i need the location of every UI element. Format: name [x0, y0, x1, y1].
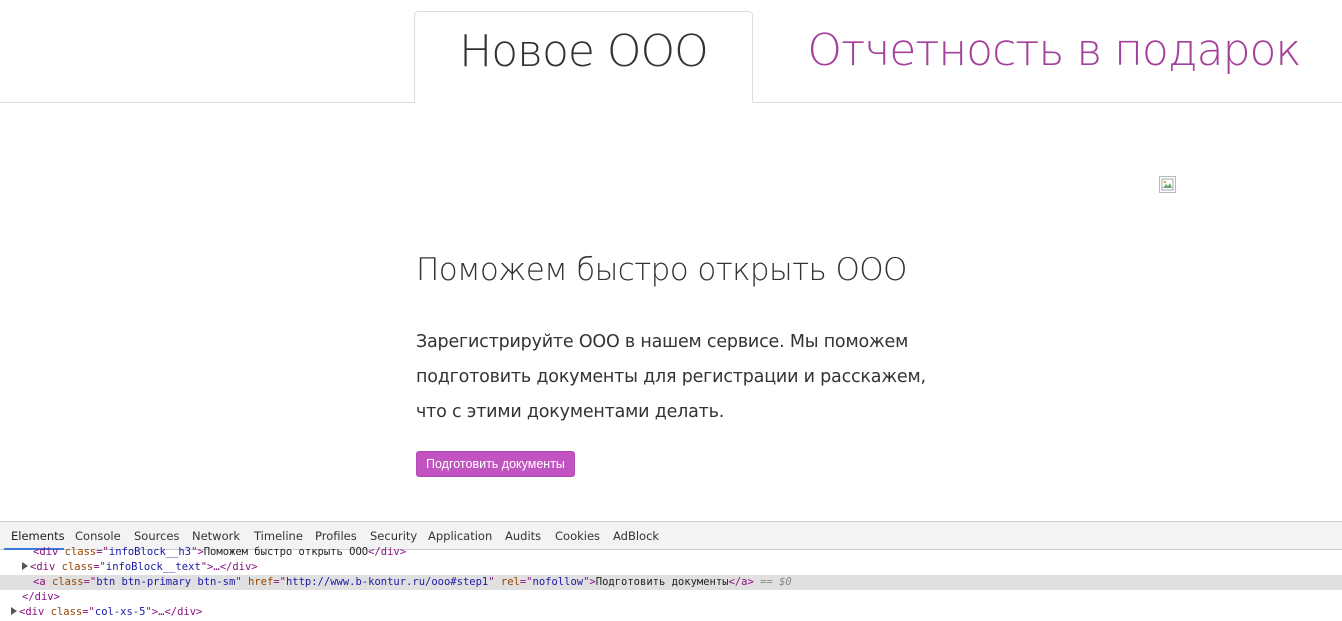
broken-image-icon — [1159, 176, 1176, 193]
dom-node[interactable]: <div class="infoBlock__text">…</div> — [22, 560, 1342, 575]
tab-new-ooo[interactable]: Новое ООО — [414, 11, 753, 103]
info-text-line: что с этими документами делать. — [416, 402, 725, 422]
dom-tree: <div class="infoBlock__h3">Поможем быстр… — [0, 546, 1342, 621]
expand-triangle-icon[interactable] — [11, 607, 17, 615]
info-text-line: подготовить документы для регистрации и … — [416, 367, 926, 387]
nav-tabs: Новое ООО Отчетность в подарок — [0, 0, 1342, 104]
page-heading: Поможем быстро открыть ООО — [416, 252, 907, 288]
info-text: Зарегистрируйте ООО в нашем сервисе. Мы … — [416, 325, 946, 430]
dom-node-selected[interactable]: <a class="btn btn-primary btn-sm" href="… — [0, 575, 1342, 590]
devtools-panel: Elements Console Sources Network Timelin… — [0, 521, 1342, 621]
prepare-documents-button[interactable]: Подготовить документы — [416, 451, 575, 477]
dom-node[interactable]: <div class="col-xs-5">…</div> — [11, 605, 1342, 620]
page: Новое ООО Отчетность в подарок Поможем б… — [0, 0, 1342, 621]
tab-new-ooo-label: Новое ООО — [459, 26, 709, 77]
dom-node[interactable]: <div class="infoBlock__h3">Поможем быстр… — [33, 545, 1342, 560]
dom-node[interactable]: </div> — [22, 590, 1342, 605]
expand-triangle-icon[interactable] — [22, 562, 28, 570]
info-text-line: Зарегистрируйте ООО в нашем сервисе. Мы … — [416, 332, 909, 352]
tab-reporting-gift[interactable]: Отчетность в подарок — [784, 25, 1324, 76]
